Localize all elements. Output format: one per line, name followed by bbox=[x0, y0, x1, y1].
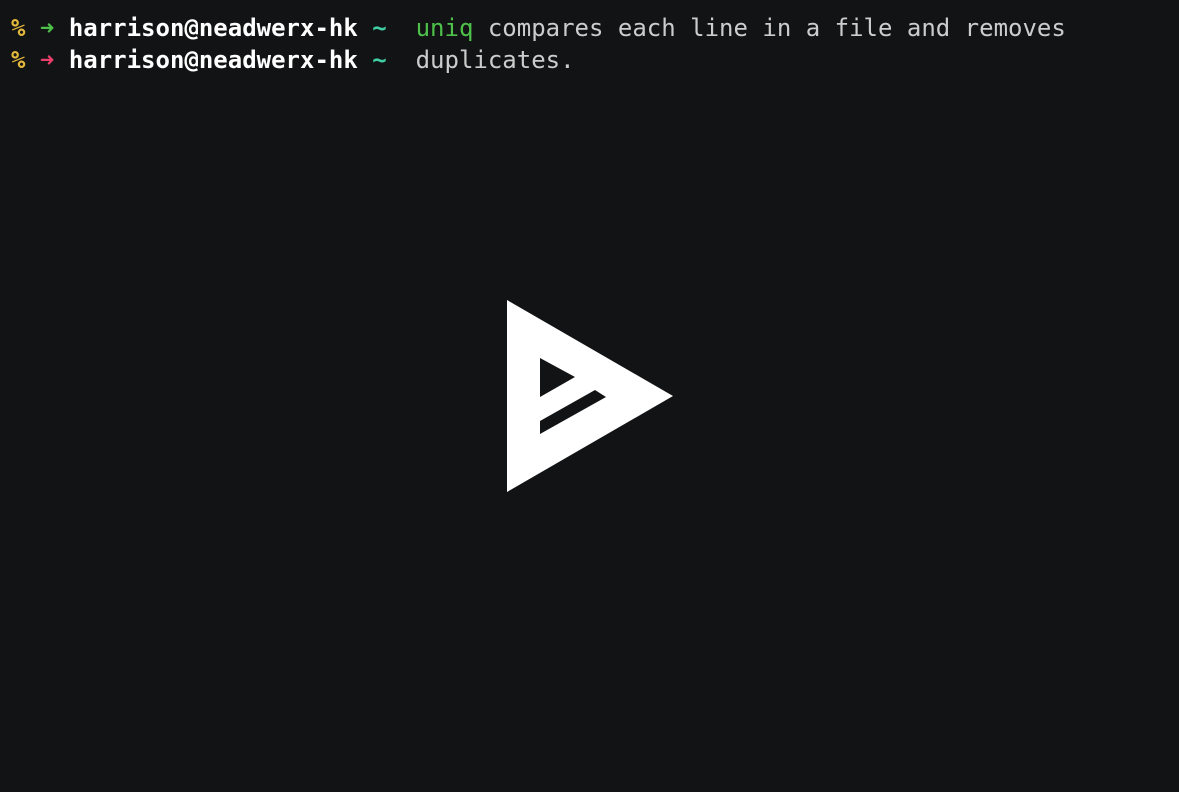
terminal-line: % ➜ harrison@neadwerx-hk ~ uniq compares… bbox=[11, 12, 1066, 44]
prompt-arrow-success: ➜ bbox=[39, 14, 55, 42]
command-text: compares each line in a file and removes bbox=[473, 14, 1066, 42]
prompt-user-host: harrison@neadwerx-hk bbox=[68, 14, 358, 42]
command-text: duplicates. bbox=[415, 46, 575, 74]
prompt-percent: % bbox=[11, 14, 26, 42]
prompt-cwd: ~ bbox=[372, 14, 387, 42]
command-name: uniq bbox=[415, 14, 474, 42]
terminal-output: % ➜ harrison@neadwerx-hk ~ uniq compares… bbox=[11, 12, 1066, 76]
terminal-line: % ➜ harrison@neadwerx-hk ~ duplicates. bbox=[11, 44, 1066, 76]
asciinema-play-icon bbox=[507, 300, 673, 492]
play-button[interactable] bbox=[500, 296, 680, 496]
prompt-percent: % bbox=[11, 46, 26, 74]
terminal-window: % ➜ harrison@neadwerx-hk ~ uniq compares… bbox=[0, 0, 1179, 792]
prompt-user-host: harrison@neadwerx-hk bbox=[68, 46, 358, 74]
prompt-cwd: ~ bbox=[372, 46, 387, 74]
prompt-arrow-error: ➜ bbox=[39, 46, 55, 74]
